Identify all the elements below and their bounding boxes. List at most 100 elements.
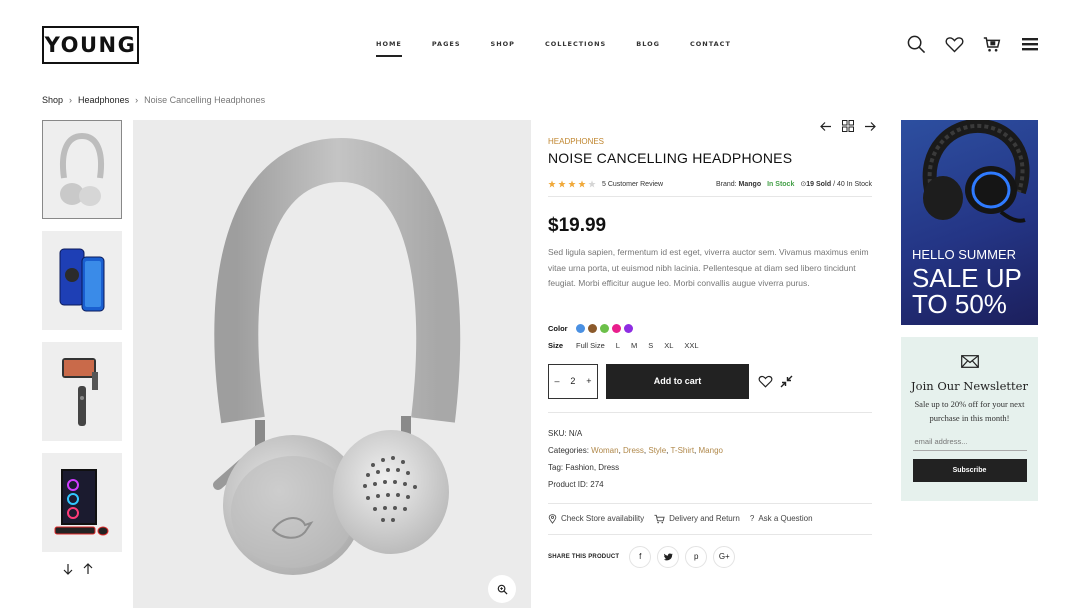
question-icon: ? — [749, 514, 755, 523]
header-icons — [906, 34, 1040, 54]
arrow-down-icon[interactable] — [62, 562, 74, 580]
thumbnail-list — [42, 120, 122, 564]
breadcrumb-current: Noise Cancelling Headphones — [144, 95, 266, 105]
arrow-up-icon[interactable] — [82, 562, 94, 580]
nav-home[interactable]: HOME — [376, 40, 402, 57]
product-actions: Check Store availability Delivery and Re… — [548, 502, 872, 535]
size-option[interactable]: M — [631, 341, 637, 350]
search-icon[interactable] — [906, 34, 926, 54]
sold-info: ⊙19 Sold / 40 In Stock — [800, 181, 872, 188]
summer-sale-banner[interactable]: HELLO SUMMER SALE UP TO 50% — [901, 120, 1038, 325]
zoom-button[interactable] — [488, 575, 516, 603]
product-id-row: Product ID: 274 — [548, 479, 604, 489]
sku-row: SKU: N/A — [548, 428, 583, 438]
breadcrumb-headphones[interactable]: Headphones — [78, 95, 129, 105]
qty-decrease-button[interactable]: – — [554, 376, 559, 386]
color-label: Color — [548, 323, 568, 333]
product-category[interactable]: HEADPHONES — [548, 137, 872, 146]
size-label: Size — [548, 340, 564, 350]
main-nav: HOME PAGES SHOP COLLECTIONS BLOG CONTACT — [376, 40, 761, 57]
color-swatch[interactable] — [576, 323, 585, 333]
delivery-return-link[interactable]: Delivery and Return — [654, 514, 740, 524]
logo[interactable]: YOUNG — [42, 26, 139, 64]
product-description: Sed ligula sapien, fermentum id est eget… — [548, 247, 869, 288]
color-options: Color — [548, 323, 872, 333]
compare-icon[interactable] — [780, 375, 793, 388]
share-row: SHARE THIS PRODUCT f p G+ — [548, 545, 872, 568]
size-option[interactable]: XXL — [684, 341, 698, 350]
twitter-icon[interactable] — [657, 545, 680, 568]
color-swatch[interactable] — [624, 323, 633, 333]
thumbnail-gaming-pc[interactable] — [42, 453, 122, 552]
stock-status: In Stock — [767, 180, 795, 188]
category-link[interactable]: Woman — [591, 446, 618, 455]
star-icon — [548, 180, 556, 188]
product-info: HEADPHONES NOISE CANCELLING HEADPHONES 5… — [548, 120, 872, 568]
cart-outline-icon — [654, 514, 665, 523]
qty-increase-button[interactable]: + — [586, 376, 591, 386]
color-swatch[interactable] — [612, 323, 621, 333]
nav-pages[interactable]: PAGES — [432, 40, 461, 52]
banner-subtitle: HELLO SUMMER — [912, 247, 1017, 262]
wishlist-heart-icon[interactable] — [758, 375, 773, 388]
zoom-icon — [497, 584, 508, 595]
review-count[interactable]: 5 Customer Review — [602, 181, 663, 188]
thumbnail-headphones[interactable] — [42, 120, 122, 219]
brand-name[interactable]: Mango — [739, 181, 762, 188]
breadcrumb: Shop › Headphones › Noise Cancelling Hea… — [42, 95, 265, 105]
location-icon — [548, 513, 557, 524]
add-to-cart-button[interactable]: Add to cart — [606, 363, 749, 399]
nav-shop[interactable]: SHOP — [491, 40, 515, 52]
subscribe-button[interactable]: Subscribe — [912, 459, 1027, 482]
brand-info: Brand: Mango — [715, 180, 762, 188]
breadcrumb-shop[interactable]: Shop — [42, 95, 63, 105]
newsletter-title: Join Our Newsletter — [911, 379, 1028, 393]
star-icon — [558, 180, 566, 188]
nav-blog[interactable]: BLOG — [636, 40, 660, 52]
qty-value[interactable]: 2 — [570, 376, 575, 386]
color-swatch[interactable] — [600, 323, 609, 333]
quantity-stepper: – 2 + — [548, 363, 598, 399]
category-link[interactable]: Style — [648, 446, 666, 455]
thumbnail-phone-case[interactable] — [42, 231, 122, 330]
pinterest-icon[interactable]: p — [685, 545, 708, 568]
thumbnail-gimbal[interactable] — [42, 342, 122, 441]
cart-row: – 2 + Add to cart — [548, 363, 872, 399]
size-option[interactable]: L — [616, 341, 620, 350]
star-icon — [578, 180, 586, 188]
nav-collections[interactable]: COLLECTIONS — [545, 40, 606, 52]
check-store-link[interactable]: Check Store availability — [548, 513, 644, 524]
chevron-right-icon: › — [69, 95, 73, 105]
envelope-icon — [901, 355, 1038, 373]
facebook-icon[interactable]: f — [629, 545, 652, 568]
star-icon — [568, 180, 576, 188]
size-option[interactable]: S — [648, 341, 653, 350]
product-meta: 5 Customer Review Brand: Mango In Stock … — [548, 180, 872, 188]
cart-icon[interactable] — [982, 34, 1002, 54]
menu-icon[interactable] — [1020, 34, 1040, 54]
product-details: SKU: N/A Categories: Woman, Dress, Style… — [548, 411, 872, 493]
nav-contact[interactable]: CONTACT — [690, 40, 731, 52]
color-swatch[interactable] — [588, 323, 597, 333]
category-link[interactable]: Dress — [623, 446, 644, 455]
newsletter-text: Sale up to 20% off for your next purchas… — [914, 399, 1025, 423]
category-link[interactable]: T-Shirt — [670, 446, 694, 455]
product-price: $19.99 — [548, 215, 607, 236]
gaming-headset-image — [922, 120, 1030, 223]
category-link[interactable]: Mango — [699, 446, 723, 455]
email-input[interactable]: email address... — [912, 435, 1027, 451]
main-product-image[interactable] — [133, 120, 531, 608]
divider — [548, 196, 872, 197]
heart-icon[interactable] — [944, 34, 964, 54]
chevron-right-icon: › — [135, 95, 139, 105]
google-plus-icon[interactable]: G+ — [713, 545, 736, 568]
banner-headline: SALE UP TO 50% — [912, 263, 1022, 319]
ask-question-link[interactable]: ? Ask a Question — [750, 514, 813, 524]
size-option[interactable]: Full Size — [576, 341, 605, 350]
product-title: NOISE CANCELLING HEADPHONES — [548, 150, 793, 166]
star-icon — [588, 180, 596, 188]
size-options: Size Full Size L M S XL XXL — [548, 341, 872, 350]
share-label: SHARE THIS PRODUCT — [548, 553, 620, 560]
size-option[interactable]: XL — [664, 341, 673, 350]
categories-row: Categories: Woman, Dress, Style, T-Shirt… — [548, 445, 723, 455]
